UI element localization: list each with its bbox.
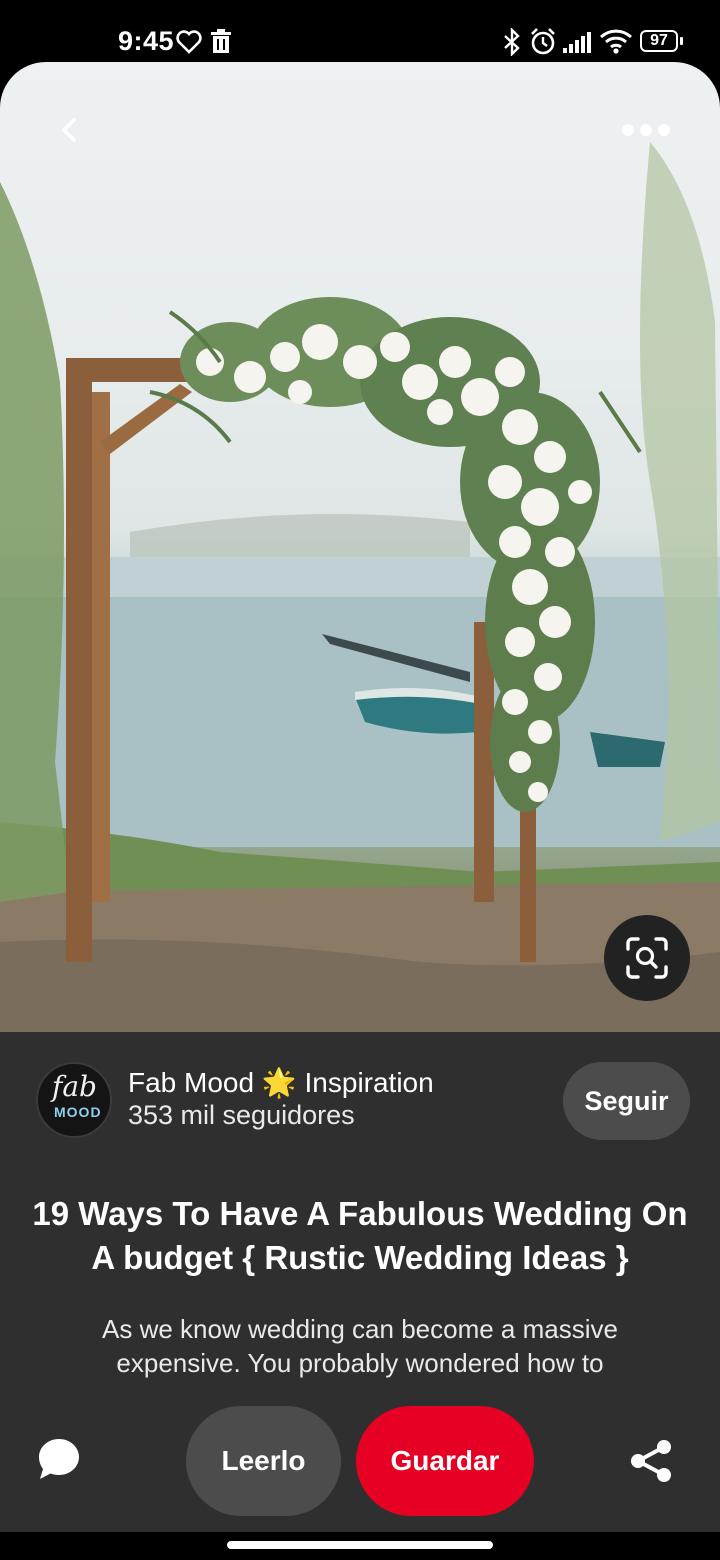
wedding-arch-scene <box>0 142 720 1032</box>
status-time: 9:45 <box>118 26 175 56</box>
creator-name-part1: Fab Mood <box>128 1067 255 1098</box>
pin-title: 19 Ways To Have A Fabulous Wedding On A … <box>32 1195 688 1276</box>
creator-name-part2: Inspiration <box>304 1067 434 1098</box>
pin-image[interactable] <box>0 62 720 1032</box>
visual-search-icon <box>626 937 668 979</box>
signal-icon <box>563 32 591 53</box>
heart-outline-icon <box>176 30 202 54</box>
trash-icon <box>211 29 231 53</box>
follower-count: 353 mil seguidores <box>128 1100 355 1130</box>
action-bar: Leerlo Guardar <box>0 1392 720 1532</box>
follow-button[interactable]: Seguir <box>563 1062 690 1140</box>
status-bar: 9:45 97 <box>0 0 720 70</box>
battery-tip <box>680 37 683 45</box>
alarm-icon <box>531 28 555 55</box>
back-chevron-icon[interactable] <box>52 112 88 148</box>
avatar-logo-top: fab <box>52 1070 97 1103</box>
avatar-logo-bottom: MOOD <box>54 1104 102 1120</box>
visual-search-button[interactable] <box>604 915 690 1001</box>
share-icon[interactable] <box>628 1438 674 1484</box>
battery-icon: 97 <box>640 30 678 52</box>
read-button[interactable]: Leerlo <box>186 1406 341 1516</box>
creator-name[interactable]: Fab Mood 🌟 Inspiration <box>128 1066 434 1099</box>
wifi-icon <box>599 29 633 54</box>
pin-description: As we know wedding can become a massive … <box>102 1314 618 1378</box>
creator-avatar[interactable]: fab MOOD <box>36 1062 112 1138</box>
more-dots-icon[interactable] <box>620 120 672 140</box>
home-gesture-handle[interactable] <box>227 1541 493 1549</box>
bluetooth-icon <box>504 28 520 56</box>
battery-level: 97 <box>650 32 668 49</box>
save-button[interactable]: Guardar <box>356 1406 534 1516</box>
comment-icon[interactable] <box>36 1436 82 1482</box>
sun-emoji-icon: 🌟 <box>261 1067 297 1098</box>
